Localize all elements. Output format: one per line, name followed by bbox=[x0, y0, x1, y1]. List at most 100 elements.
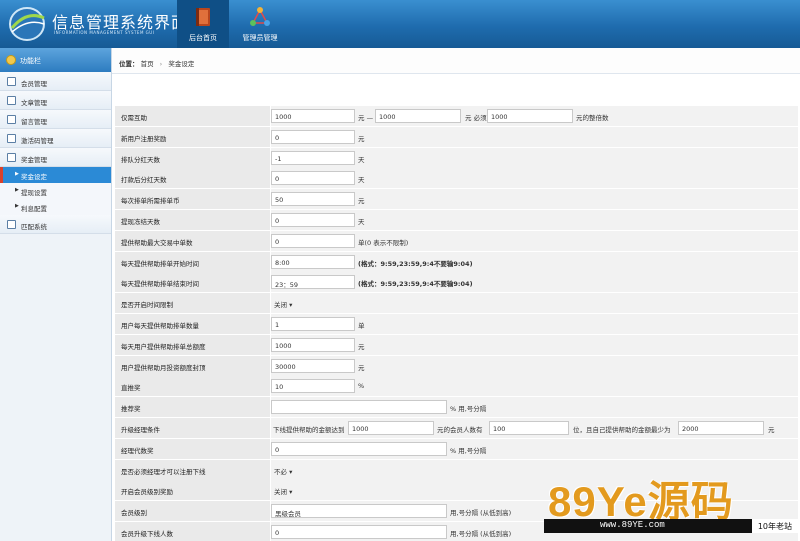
sidebar-item-articles[interactable]: 文章管理 bbox=[0, 91, 111, 110]
register-bonus-input[interactable]: 0 bbox=[271, 129, 355, 144]
daily-total-input[interactable]: 1000 bbox=[271, 337, 355, 352]
field-label: 会员升级下线人数 bbox=[115, 521, 270, 541]
form-row: 用户每天提供帮助排单数量 1 单 bbox=[115, 313, 798, 335]
field-label: 仅需互助 bbox=[115, 106, 270, 126]
min-amount-input[interactable]: 1000 bbox=[271, 109, 355, 123]
watermark-bar: www.89YE.com 10年老站 bbox=[544, 519, 798, 533]
sidebar-subitem-withdraw[interactable]: ▶ 提现设置 bbox=[0, 183, 111, 199]
form-row: 提供帮助最大交易中单数 0 单(0 表示不限制) bbox=[115, 230, 798, 252]
field-label: 打款后分红天数 bbox=[115, 168, 270, 189]
match-icon bbox=[7, 220, 16, 229]
upgrade-amount-input[interactable]: 1000 bbox=[348, 420, 434, 435]
sidebar-item-label: 留言管理 bbox=[21, 118, 47, 126]
withdraw-freeze-days-input[interactable]: 0 bbox=[271, 212, 355, 227]
form-row: 升级经理条件 下线提供帮助的金额达到 1000 元的会员人数有 100 位，且自… bbox=[115, 417, 798, 439]
breadcrumb: 位置： 首页 › 奖金设定 bbox=[112, 48, 800, 74]
max-trades-input[interactable]: 0 bbox=[271, 233, 355, 248]
field-value: 1000 元 bbox=[271, 334, 798, 355]
unit-text: 元 bbox=[358, 363, 365, 372]
sidebar-subitem-bonus-settings[interactable]: ▶ 奖金设定 bbox=[0, 167, 111, 183]
manager-register-select[interactable]: 不必 ▾ bbox=[271, 463, 305, 477]
form-row: 直推奖 10 % bbox=[115, 376, 798, 398]
hint-text: 用,号分隔 (从低到高) bbox=[450, 529, 512, 538]
field-label: 推荐奖 bbox=[115, 397, 270, 418]
field-value: 23：59 (格式：9:59,23:59,9:4不要输9:04) bbox=[271, 272, 798, 293]
paid-dividend-days-input[interactable]: 0 bbox=[271, 171, 355, 186]
nav-admin[interactable]: 管理员管理 bbox=[231, 0, 289, 48]
daily-orders-input[interactable]: 1 bbox=[271, 316, 355, 331]
field-label: 会员级别 bbox=[115, 501, 270, 522]
field-label: 新用户注册奖励 bbox=[115, 126, 270, 147]
field-value: 1000 元 — 1000 元 必须 1000 元的整倍数 bbox=[271, 106, 798, 126]
key-icon bbox=[7, 134, 16, 143]
menu-icon bbox=[6, 55, 16, 65]
sidebar-item-label: 奖金管理 bbox=[21, 156, 47, 164]
field-label: 直推奖 bbox=[115, 376, 270, 397]
monthly-cap-input[interactable]: 30000 bbox=[271, 358, 355, 373]
form-row: 每天用户提供帮助排单总额度 1000 元 bbox=[115, 334, 798, 356]
sidebar-item-bonus[interactable]: 奖金管理 bbox=[0, 148, 111, 167]
field-value: 0 元 bbox=[271, 126, 798, 147]
triangle-right-icon: ▶ bbox=[15, 171, 19, 177]
triangle-right-icon: ▶ bbox=[15, 203, 19, 209]
unit-text: % 用,号分隔 bbox=[450, 446, 487, 455]
unit-text: 元 — bbox=[358, 114, 374, 122]
nav-admin-label: 管理员管理 bbox=[242, 34, 278, 42]
end-time-input[interactable]: 23：59 bbox=[271, 275, 355, 290]
unit-text: 单 bbox=[358, 321, 365, 330]
level-bonus-select[interactable]: 关闭 ▾ bbox=[271, 483, 303, 497]
upgrade-self-amount-input[interactable]: 2000 bbox=[678, 420, 764, 435]
breadcrumb-separator: › bbox=[159, 60, 163, 68]
max-amount-input[interactable]: 1000 bbox=[375, 109, 461, 123]
field-value: -1 天 bbox=[271, 147, 798, 168]
sidebar-item-matching[interactable]: 匹配系统 bbox=[0, 215, 111, 234]
unit-text: 元的整倍数 bbox=[576, 114, 609, 122]
triangle-right-icon: ▶ bbox=[15, 187, 19, 193]
unit-text: % bbox=[358, 382, 365, 391]
unit-text: 天 bbox=[358, 217, 365, 226]
member-levels-input[interactable]: 黑级会员 bbox=[271, 504, 447, 519]
upgrade-members-input[interactable]: 100 bbox=[489, 420, 569, 435]
field-value: 50 元 bbox=[271, 189, 798, 210]
message-icon bbox=[7, 115, 16, 124]
field-label: 是否必须经理才可以注册下线 bbox=[115, 459, 270, 480]
sidebar-item-label: 文章管理 bbox=[21, 99, 47, 107]
form-row: 用户提供帮助月投资额度封顶 30000 元 bbox=[115, 355, 798, 377]
hint-text: (格式：9:59,23:59,9:4不要输9:04) bbox=[358, 259, 473, 268]
unit-text: 元 必须 bbox=[465, 114, 487, 122]
sidebar-item-activation-codes[interactable]: 激活码管理 bbox=[0, 129, 111, 148]
watermark: 89Ye源码 www.89YE.com 10年老站 bbox=[538, 468, 800, 541]
field-value: 关闭 ▾ bbox=[271, 293, 798, 314]
field-value: 1 单 bbox=[271, 313, 798, 334]
app-subtitle: INFORMATION MANAGEMENT SYSTEM GUI bbox=[54, 30, 155, 35]
field-value: 8:00 (格式：9:59,23:59,9:4不要输9:04) bbox=[271, 251, 798, 272]
sidebar-item-members[interactable]: 会员管理 bbox=[0, 72, 111, 91]
breadcrumb-current: 奖金设定 bbox=[168, 60, 195, 68]
folder-icon bbox=[7, 77, 16, 86]
sidebar-item-messages[interactable]: 留言管理 bbox=[0, 110, 111, 129]
queue-dividend-days-input[interactable]: -1 bbox=[271, 150, 355, 165]
globe-logo-icon bbox=[9, 7, 45, 41]
sidebar-subitem-interest[interactable]: ▶ 利息配置 bbox=[0, 199, 111, 215]
field-label: 用户每天提供帮助排单数量 bbox=[115, 313, 270, 334]
sidebar-header: 功能栏 bbox=[0, 48, 111, 72]
field-label: 每次排单所需排单币 bbox=[115, 189, 270, 210]
multiple-input[interactable]: 1000 bbox=[487, 109, 573, 123]
form-row: 每次排单所需排单币 50 元 bbox=[115, 189, 798, 210]
upgrade-downline-input[interactable]: 0 bbox=[271, 524, 447, 539]
referral-bonus-input[interactable] bbox=[271, 400, 447, 415]
start-time-input[interactable]: 8:00 bbox=[271, 254, 355, 269]
sidebar-title: 功能栏 bbox=[20, 57, 41, 65]
nav-home-label: 后台首页 bbox=[189, 34, 217, 42]
unit-text: 天 bbox=[358, 176, 365, 185]
nav-home[interactable]: 后台首页 bbox=[177, 0, 229, 48]
field-label: 提供帮助最大交易中单数 bbox=[115, 230, 270, 251]
field-label: 每天提供帮助排单结束时间 bbox=[115, 272, 270, 293]
queue-coin-input[interactable]: 50 bbox=[271, 192, 355, 207]
form-row: 提现冻结天数 0 天 bbox=[115, 209, 798, 231]
time-limit-select[interactable]: 关闭 ▾ bbox=[271, 296, 303, 310]
manager-generation-bonus-input[interactable]: 0 bbox=[271, 441, 447, 456]
direct-bonus-input[interactable]: 10 bbox=[271, 379, 355, 394]
form-row: 推荐奖 % 用,号分隔 bbox=[115, 397, 798, 418]
breadcrumb-home[interactable]: 首页 bbox=[141, 60, 154, 68]
